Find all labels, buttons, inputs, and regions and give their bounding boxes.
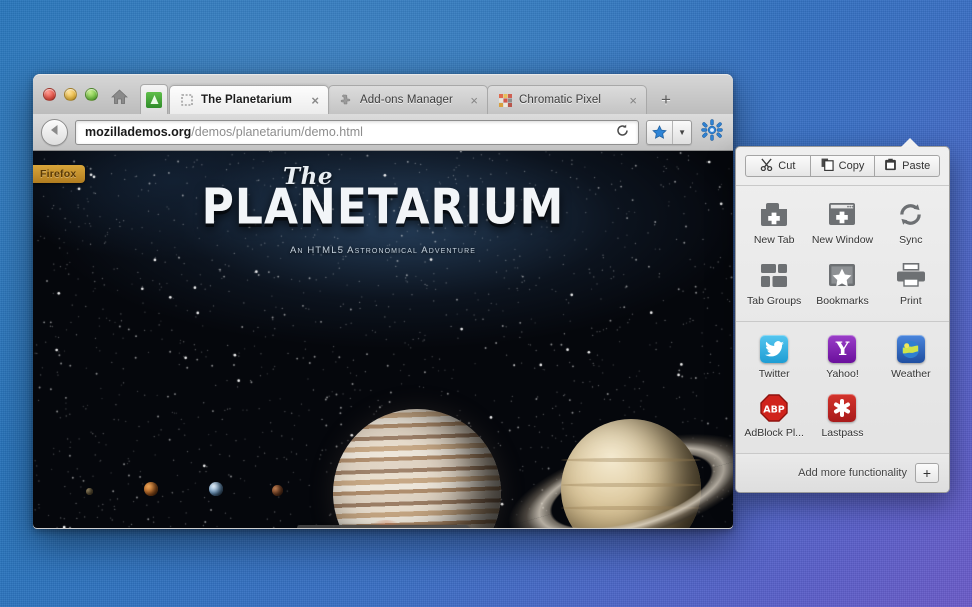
paste-label: Paste [902,160,931,172]
firefox-gear-button[interactable] [699,118,725,146]
url-path: /demos/planetarium/demo.html [191,125,363,139]
page-title: PLANETARIUM [201,178,565,237]
chevron-down-icon[interactable]: ▼ [673,128,691,137]
planet-earth[interactable] [209,482,223,496]
window-controls [41,75,104,114]
adblock-label: AdBlock Pl... [744,427,804,439]
print-label: Print [900,295,922,307]
reload-icon[interactable] [612,124,633,140]
yahoo-cell[interactable]: Y Yahoo! [808,327,876,386]
tab-the-planetarium[interactable]: The Planetarium × [169,85,329,114]
twitter-label: Twitter [758,368,790,380]
sync-cell[interactable]: Sync [877,191,945,252]
new-tab-icon [759,199,789,229]
lastpass-label: Lastpass [821,427,864,439]
star-icon[interactable] [647,120,674,144]
back-button[interactable] [41,118,68,146]
page-title-block: The PLANETARIUM An HTML5 Astronomical Ad… [33,163,733,256]
add-more-functionality-button[interactable]: + [915,463,939,483]
weather-cell[interactable]: Weather [877,327,945,386]
page-viewport: Firefox The PLANETARIUM An HTML5 Astrono… [33,151,733,528]
close-window-button[interactable] [43,87,56,101]
clipboard-icon [884,158,897,174]
browser-window: The Planetarium × Add-ons Manager × Chro… [33,74,733,529]
adblock-cell[interactable]: ABP AdBlock Pl... [740,386,808,445]
tab-title: The Planetarium [201,94,292,106]
copy-button[interactable]: Copy [810,155,876,177]
bookmarks-cell[interactable]: Bookmarks [808,252,876,313]
print-cell[interactable]: Print [877,252,945,313]
panel-actions-grid: New Tab New Window Sync Tab Groups Bookm… [736,186,949,322]
panel-addons-grid: Twitter Y Yahoo! Weather ABP AdBlock Pl.… [736,322,949,453]
twitter-cell[interactable]: Twitter [740,327,808,386]
copy-label: Copy [838,160,865,172]
color-squares-icon [498,93,512,107]
yahoo-label: Yahoo! [826,368,859,380]
sync-label: Sync [899,234,923,246]
yahoo-y-icon: Y [828,335,857,363]
new-window-label: New Window [811,234,874,246]
adblock-stop-icon: ABP [760,394,788,422]
start-button[interactable]: CLICK ON A PLANET TO START [297,525,469,528]
page-subtitle: An HTML5 Astronomical Adventure [289,245,477,256]
home-icon[interactable] [104,82,134,112]
tab-title: Add-ons Manager [360,94,453,106]
paste-button[interactable]: Paste [875,155,941,177]
printer-icon [896,260,926,290]
new-window-icon [827,199,857,229]
planet-mars[interactable] [272,485,283,496]
url-host: mozillademos.org [85,125,192,139]
close-tab-icon[interactable]: × [629,94,637,107]
svg-text:ABP: ABP [763,405,785,416]
close-tab-icon[interactable]: × [311,94,319,107]
panel-notch [901,138,919,147]
navigation-toolbar: mozillademos.org /demos/planetarium/demo… [33,114,733,151]
add-more-functionality-label: Add more functionality [798,467,907,479]
minimize-window-button[interactable] [64,87,77,101]
weather-globe-icon [896,335,925,363]
cut-button[interactable]: Cut [745,155,811,177]
scissors-icon [760,158,773,174]
tab-strip: The Planetarium × Add-ons Manager × Chro… [33,74,733,114]
edit-controls-row: Cut Copy Paste [736,147,949,186]
back-arrow-icon [49,123,60,141]
tab-add-ons-manager[interactable]: Add-ons Manager × [328,85,488,114]
tab-title: Chromatic Pixel [519,94,602,106]
planet-mercury[interactable] [86,488,93,495]
new-window-cell[interactable]: New Window [808,191,876,252]
new-tab-cell[interactable]: New Tab [740,191,808,252]
tab-groups-cell[interactable]: Tab Groups [740,252,808,313]
desktop-background: The Planetarium × Add-ons Manager × Chro… [0,0,972,607]
app-tab-icon [146,91,162,108]
firefox-menu-panel: Cut Copy Paste New Tab New Window Sync T… [735,138,950,493]
new-tab-label: New Tab [753,234,795,246]
firefox-gear-icon [701,118,723,146]
dotted-square-icon [180,93,194,107]
panel-footer: Add more functionality + [736,453,949,492]
address-bar[interactable]: mozillademos.org /demos/planetarium/demo… [75,119,640,145]
tab-groups-label: Tab Groups [747,295,802,307]
app-tab[interactable] [140,84,168,114]
weather-label: Weather [891,368,931,380]
puzzle-piece-icon [339,93,353,107]
bookmarks-label: Bookmarks [816,295,869,307]
new-tab-button[interactable]: + [651,85,681,114]
addon-empty-cell [877,386,945,445]
bookmark-button[interactable]: ▼ [646,119,692,145]
zoom-window-button[interactable] [85,87,98,101]
cut-label: Cut [778,160,796,172]
close-tab-icon[interactable]: × [470,94,478,107]
lastpass-cell[interactable]: Lastpass [808,386,876,445]
lastpass-asterisk-icon [828,394,857,422]
bookmarks-star-icon [827,260,857,290]
tab-chromatic-pixel[interactable]: Chromatic Pixel × [487,85,647,114]
sync-icon [896,199,926,229]
copy-pages-icon [821,158,834,174]
planet-venus[interactable] [144,482,158,496]
twitter-bird-icon [760,335,789,363]
tab-groups-icon [759,260,789,290]
